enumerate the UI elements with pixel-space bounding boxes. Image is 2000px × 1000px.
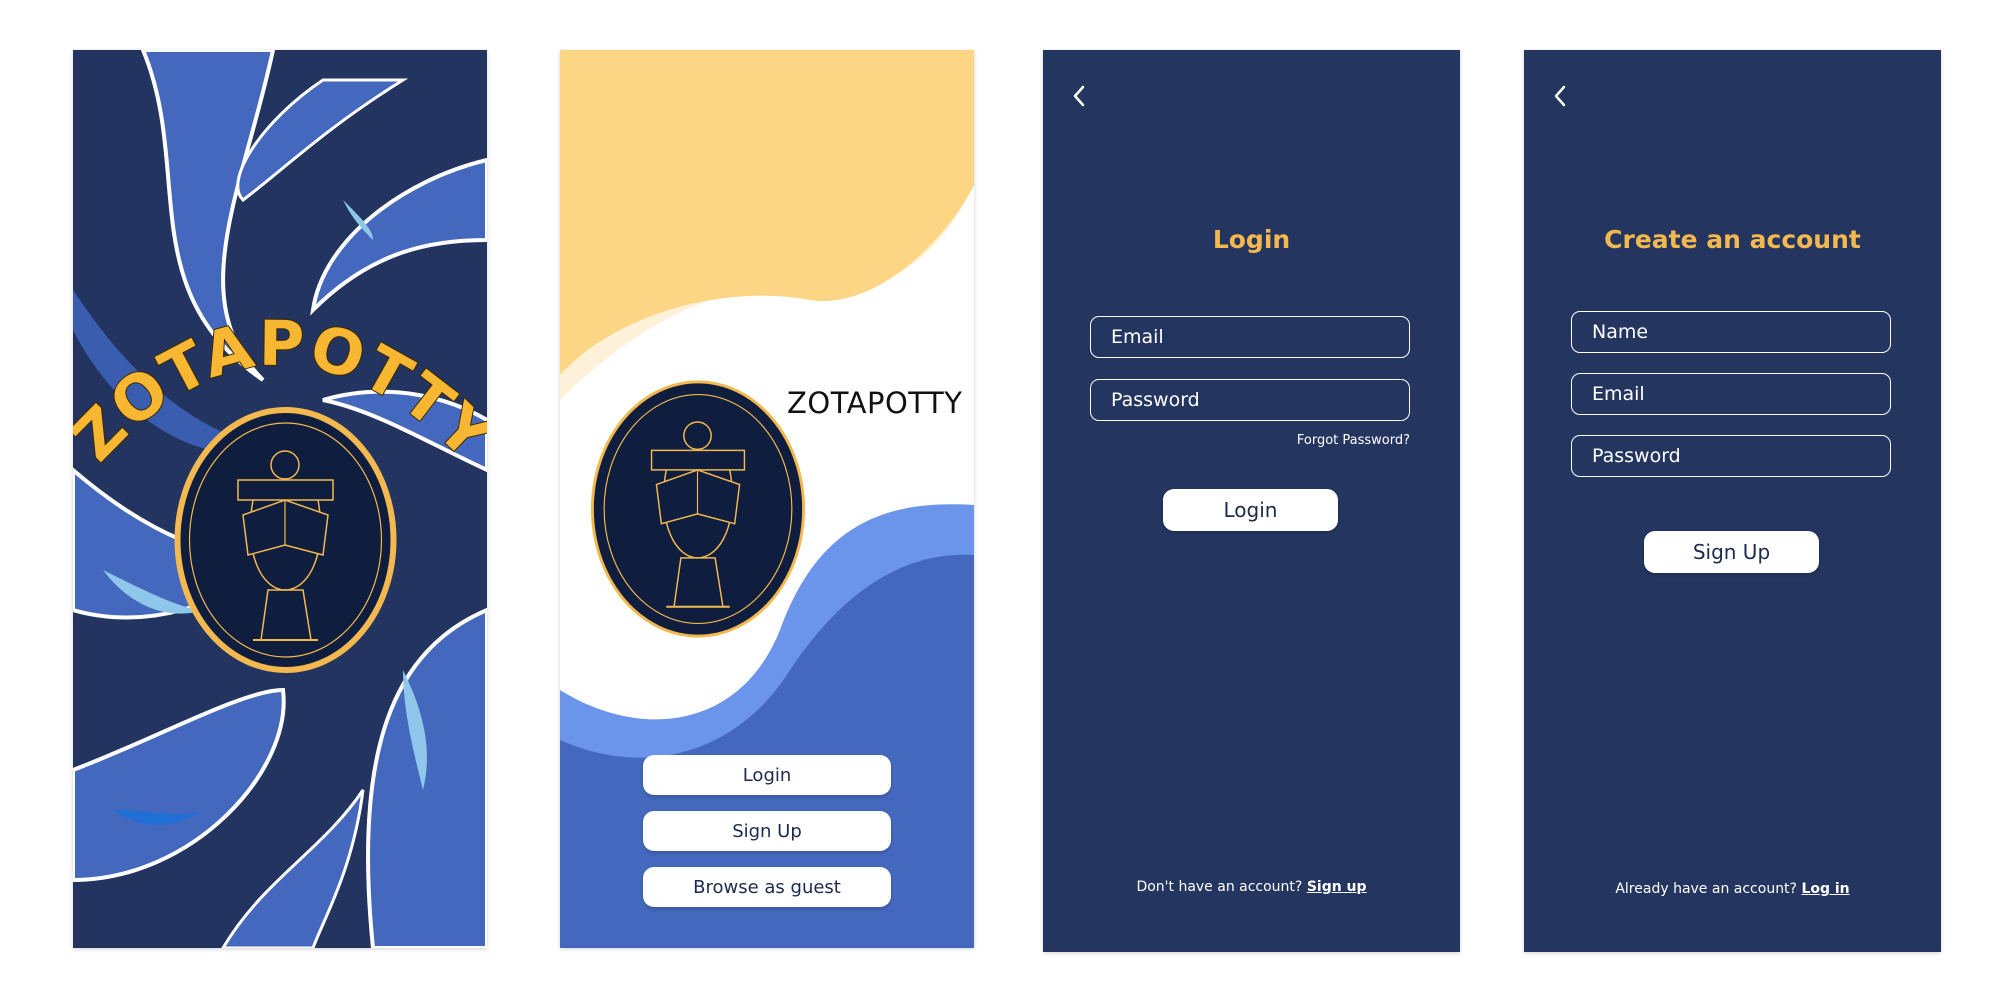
create-account-title: Create an account <box>1604 225 1861 254</box>
forgot-password-link[interactable]: Forgot Password? <box>1297 433 1410 448</box>
password-field[interactable] <box>1571 435 1891 477</box>
email-field[interactable] <box>1571 373 1891 415</box>
login-link[interactable]: Log in <box>1801 881 1849 897</box>
signup-screen: Create an account Sign Up Already have a… <box>1524 50 1941 952</box>
toilet-emblem-icon <box>173 405 398 675</box>
password-field[interactable] <box>1090 379 1410 421</box>
toilet-emblem-icon <box>588 375 808 643</box>
name-field[interactable] <box>1571 311 1891 353</box>
signup-prompt-text: Don't have an account? <box>1136 879 1303 895</box>
splash-screen: ZOTAPOTTY <box>73 50 487 948</box>
back-chevron-icon[interactable] <box>1548 82 1572 110</box>
login-prompt-text: Already have an account? <box>1615 881 1797 897</box>
browse-as-guest-button[interactable]: Browse as guest <box>643 867 891 907</box>
login-prompt: Already have an account? Log in <box>1524 881 1941 897</box>
signup-submit-button[interactable]: Sign Up <box>1644 531 1819 573</box>
login-title: Login <box>1212 225 1291 254</box>
signup-link[interactable]: Sign up <box>1307 879 1367 895</box>
brand-label: ZOTAPOTTY <box>787 386 963 420</box>
welcome-screen: ZOTAPOTTY Login Sign Up Browse as guest <box>560 50 974 948</box>
login-submit-button[interactable]: Login <box>1163 489 1338 531</box>
signup-prompt: Don't have an account? Sign up <box>1043 879 1460 895</box>
login-screen: Login Forgot Password? Login Don't have … <box>1043 50 1460 952</box>
email-field[interactable] <box>1090 316 1410 358</box>
login-button[interactable]: Login <box>643 755 891 795</box>
signup-button[interactable]: Sign Up <box>643 811 891 851</box>
back-chevron-icon[interactable] <box>1067 82 1091 110</box>
